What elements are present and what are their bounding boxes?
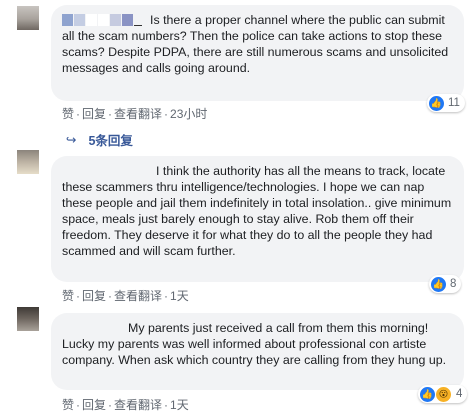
translate-link[interactable]: 查看翻译 [114,289,162,303]
avatar[interactable] [17,6,39,30]
wow-icon: 😮 [435,385,452,403]
like-icon: 👍 [420,386,435,402]
reply-arrow-icon: ↪ [66,133,77,147]
comment-bubble: Is there a proper channel where the publ… [51,5,464,101]
replies-label[interactable]: 5条回复 [88,130,132,149]
comment-actions: 赞 · 回复 · 查看翻译 · 23小时 [62,107,208,121]
reaction-summary[interactable]: 👍 8 [429,275,462,293]
reply-link[interactable]: 回复 [82,398,106,412]
like-link[interactable]: 赞 [62,398,74,412]
reply-link[interactable]: 回复 [82,289,106,303]
comment-actions: 赞 · 回复 · 查看翻译 · 1天 [62,398,189,412]
like-icon: 👍 [429,95,444,111]
timestamp[interactable]: 1天 [170,398,189,412]
like-link[interactable]: 赞 [62,289,74,303]
view-replies-link[interactable]: ↪ 5条回复 [66,130,133,149]
reaction-count: 11 [448,97,460,109]
avatar[interactable] [17,307,39,331]
like-icon: 👍 [431,276,446,292]
comment-bubble: My parents just received a call from the… [51,313,464,390]
translate-link[interactable]: 查看翻译 [114,107,162,121]
timestamp[interactable]: 23小时 [170,107,207,121]
translate-link[interactable]: 查看翻译 [114,398,162,412]
reply-link[interactable]: 回复 [82,107,106,121]
reaction-count: 8 [450,278,457,290]
comment-text: I think the authority has all the means … [62,164,452,258]
comment-actions: 赞 · 回复 · 查看翻译 · 1天 [62,289,189,303]
timestamp[interactable]: 1天 [170,289,189,303]
reaction-summary[interactable]: 👍 😮 4 [418,385,468,403]
reaction-count: 4 [456,388,463,400]
avatar[interactable] [17,150,39,174]
comment-bubble: I think the authority has all the means … [51,156,464,282]
reaction-summary[interactable]: 👍 11 [427,94,465,112]
comment-text: My parents just received a call from the… [62,321,447,367]
redacted-name [62,14,150,26]
like-link[interactable]: 赞 [62,107,74,121]
